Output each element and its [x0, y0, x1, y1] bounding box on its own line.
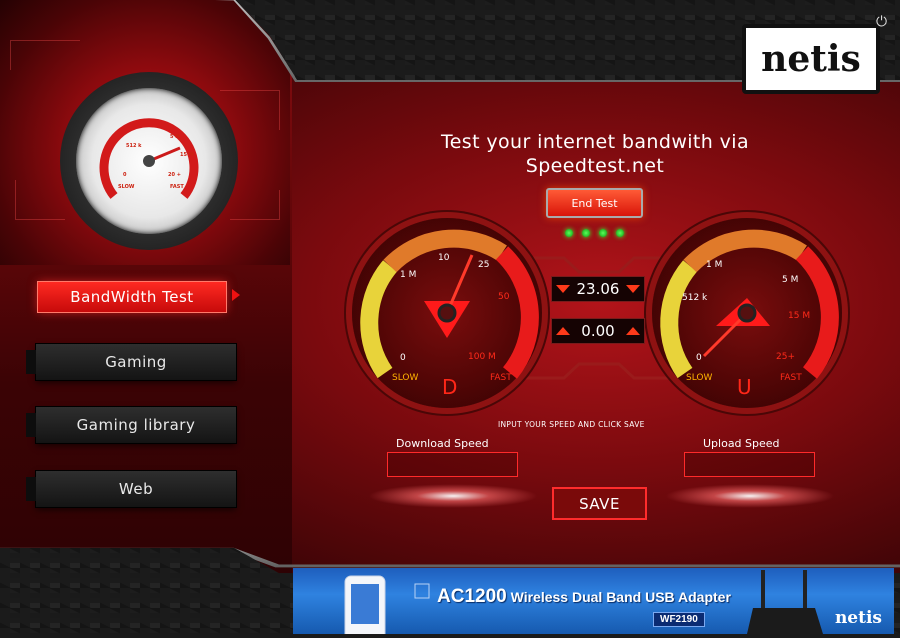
- download-tick-label: 25: [478, 260, 490, 270]
- status-dot-icon: [599, 229, 607, 237]
- banner-brand: netis: [834, 608, 882, 628]
- header-gauge-label: FAST: [170, 184, 184, 190]
- upload-speed-value: 0.00: [581, 322, 615, 340]
- down-arrow-icon: [625, 285, 640, 293]
- status-dot-icon: [616, 229, 624, 237]
- up-arrow-icon: [556, 327, 570, 335]
- phone-image-icon: [344, 575, 430, 634]
- circuit-decoration: [15, 180, 65, 220]
- upload-speed-label: Upload Speed: [703, 437, 780, 450]
- status-dot-icon: [565, 229, 573, 237]
- header-gauge-label: SLOW: [118, 184, 135, 190]
- page-title-line2: Speedtest.net: [525, 155, 665, 177]
- upload-slow-label: SLOW: [686, 373, 713, 383]
- down-arrow-icon: [556, 285, 570, 293]
- page-title-line1: Test your internet bandwith via: [440, 131, 750, 153]
- nav-gaming-library[interactable]: Gaming library: [26, 407, 236, 443]
- upload-tick-label: 0: [696, 353, 702, 363]
- upload-gauge: 0 512 k 1 M 5 M 15 M 25+ SLOW FAST U: [652, 218, 842, 408]
- header-gauge-label: 0: [123, 172, 127, 178]
- brand-logo: netis: [742, 24, 880, 94]
- nav-bandwidth-test[interactable]: BandWidth Test: [38, 282, 226, 312]
- up-arrow-icon: [626, 327, 640, 335]
- power-icon[interactable]: ⏻: [876, 14, 887, 30]
- download-slow-label: SLOW: [392, 373, 419, 383]
- download-speed-readout: 23.06: [551, 276, 645, 302]
- upload-tick-label: 512 k: [682, 293, 708, 303]
- page-title: Test your internet bandwith via Speedtes…: [395, 130, 795, 178]
- nav-active-arrow-icon: [232, 289, 240, 301]
- download-gauge: 0 1 M 10 25 50 100 M SLOW FAST D: [352, 218, 542, 408]
- header-gauge-icon: 512 k 5 M 15 M 20 + 0 SLOW FAST: [60, 72, 238, 250]
- usb-adapter-icon: [747, 570, 823, 634]
- banner-title: AC1200 Wireless Dual Band USB Adapter: [437, 586, 731, 608]
- glow-decoration: [368, 484, 538, 508]
- header-gauge-label: 5 M: [170, 134, 181, 140]
- download-speed-label: Download Speed: [396, 437, 489, 450]
- banner-title-model: AC1200: [437, 586, 507, 607]
- download-gauge-letter: D: [442, 375, 458, 399]
- save-button[interactable]: SAVE: [552, 487, 647, 520]
- nav-web[interactable]: Web: [26, 471, 236, 507]
- upload-tick-label: 5 M: [782, 275, 799, 285]
- download-speed-input[interactable]: [387, 452, 518, 477]
- circuit-decoration: [230, 190, 280, 220]
- header-gauge-label: 512 k: [126, 143, 142, 149]
- product-banner[interactable]: AC1200 Wireless Dual Band USB Adapter WF…: [293, 568, 894, 634]
- upload-gauge-letter: U: [737, 375, 752, 399]
- upload-speed-readout: 0.00: [551, 318, 645, 344]
- header-gauge-arc: [99, 118, 199, 199]
- app-window: 512 k 5 M 15 M 20 + 0 SLOW FAST BandWidt…: [0, 0, 900, 638]
- download-tick-label: 10: [438, 253, 450, 263]
- upload-fast-label: FAST: [780, 373, 802, 383]
- header-gauge-label: 20 +: [168, 172, 181, 178]
- glow-decoration: [665, 484, 835, 508]
- download-tick-label: 1 M: [400, 270, 417, 280]
- instruction-text: INPUT YOUR SPEED AND CLICK SAVE: [498, 420, 645, 429]
- status-dot-icon: [582, 229, 590, 237]
- nav-gaming[interactable]: Gaming: [26, 344, 236, 380]
- download-tick-label: 0: [400, 353, 406, 363]
- upload-tick-label: 15 M: [788, 311, 811, 321]
- header-gauge-face: 512 k 5 M 15 M 20 + 0 SLOW FAST: [76, 88, 222, 234]
- upload-tick-label: 25+: [776, 352, 795, 362]
- download-speed-value: 23.06: [576, 280, 620, 298]
- download-tick-label: 50: [498, 292, 510, 302]
- banner-title-text: Wireless Dual Band USB Adapter: [506, 589, 731, 605]
- upload-speed-input[interactable]: [684, 452, 815, 477]
- end-test-button[interactable]: End Test: [546, 188, 643, 218]
- download-tick-label: 100 M: [468, 352, 496, 362]
- upload-tick-label: 1 M: [706, 260, 723, 270]
- banner-model-badge: WF2190: [653, 612, 705, 627]
- header-gauge-label: 15 M: [180, 152, 194, 158]
- download-fast-label: FAST: [490, 373, 512, 383]
- circuit-decoration: [10, 40, 80, 70]
